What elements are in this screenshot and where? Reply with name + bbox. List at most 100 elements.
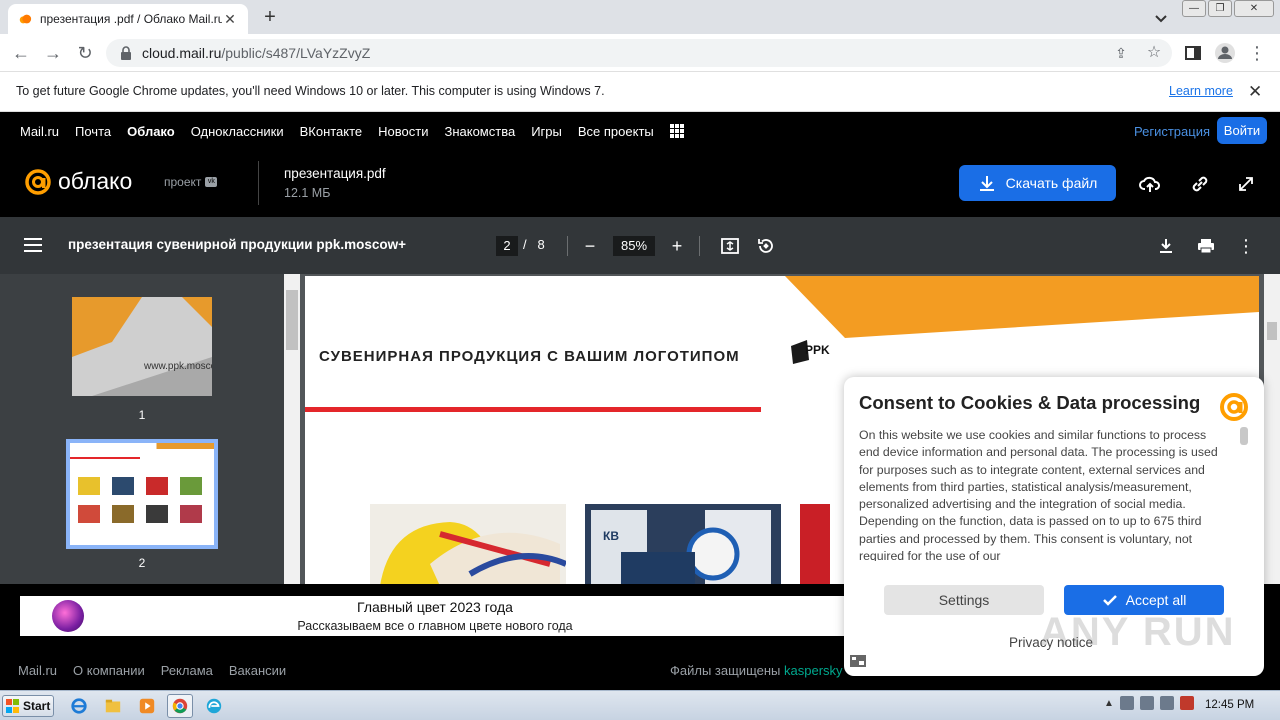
footer-links: Mail.ru О компании Реклама Вакансии (18, 663, 286, 678)
bookmark-star-icon[interactable]: ☆ (1143, 42, 1165, 64)
consent-settings-button[interactable]: Settings (884, 585, 1044, 615)
ppk-logo-icon: PPK (791, 340, 830, 364)
link-icon[interactable] (1189, 173, 1211, 195)
media-player-taskbar-icon[interactable] (134, 694, 160, 718)
pdf-document-title: презентация сувенирной продукции ppk.mos… (68, 237, 407, 252)
login-button[interactable]: Войти (1217, 117, 1267, 144)
footer-link-about[interactable]: О компании (73, 663, 145, 678)
page-thumbnail-2[interactable] (66, 439, 218, 549)
taskbar-clock[interactable]: 12:45 PM (1205, 699, 1254, 711)
footer-protection: Файлы защищены kaspersky (670, 663, 843, 678)
profile-avatar-icon[interactable] (1214, 42, 1236, 64)
zoom-level-input[interactable]: 85% (613, 236, 655, 256)
more-options-icon[interactable]: ⋮ (1236, 236, 1256, 256)
page-thumbnail-1[interactable]: www.ppk.moscow (72, 297, 212, 396)
register-link[interactable]: Регистрация (1134, 124, 1210, 139)
thumbnail-scroll-thumb[interactable] (286, 290, 298, 350)
infobar-message: To get future Google Chrome updates, you… (16, 84, 605, 98)
ad-subtitle: Рассказываем все о главном цвете нового … (297, 619, 573, 633)
checkmark-icon (1102, 595, 1117, 606)
forward-arrow-icon[interactable]: → (42, 42, 64, 64)
cloud-header: облако проект vk презентация.pdf 12.1 МБ… (0, 150, 1280, 217)
window-close-button[interactable]: ✕ (1234, 0, 1274, 17)
pdf-download-icon[interactable] (1156, 236, 1176, 256)
tray-flag-icon[interactable] (1119, 696, 1134, 710)
apps-grid-icon[interactable] (669, 124, 684, 138)
fit-page-icon[interactable] (720, 236, 740, 256)
file-size: 12.1 МБ (284, 186, 331, 200)
reload-icon[interactable]: ↻ (74, 42, 96, 64)
vk-icon: vk (205, 177, 218, 187)
infobar-close-icon[interactable]: ✕ (1248, 82, 1262, 102)
minimize-button[interactable]: — (1182, 0, 1206, 17)
page-scrollbar[interactable] (1264, 274, 1280, 584)
chrome-menu-icon[interactable]: ⋮ (1246, 42, 1268, 64)
restore-button[interactable]: ❐ (1208, 0, 1232, 17)
download-file-button[interactable]: Скачать файл (959, 165, 1116, 201)
browser-tab[interactable]: презентация .pdf / Облако Mail.ru ✕ (8, 4, 248, 34)
page-heading: СУВЕНИРНАЯ ПРОДУКЦИЯ С ВАШИМ ЛОГОТИПОМ (319, 348, 740, 365)
nav-link-ok[interactable]: Одноклассники (191, 124, 284, 139)
toolbar-divider (567, 236, 568, 256)
new-tab-button[interactable]: + (258, 6, 282, 30)
tab-close-icon[interactable]: ✕ (222, 11, 238, 27)
print-icon[interactable] (1196, 236, 1216, 256)
tray-network-icon[interactable] (1139, 696, 1154, 710)
nav-link-oblako[interactable]: Облако (127, 124, 175, 139)
anyrun-watermark: ANY RUN (1040, 610, 1236, 654)
oblako-logo-text: облако (58, 168, 133, 194)
mail-at-logo-icon (1220, 393, 1248, 421)
footer-link-mailru[interactable]: Mail.ru (18, 663, 57, 678)
product-photo-bags: КВ (585, 504, 781, 584)
header-divider (258, 161, 259, 205)
back-arrow-icon[interactable]: ← (10, 42, 32, 64)
sidepanel-icon[interactable] (1182, 42, 1204, 64)
zoom-in-icon[interactable]: + (667, 236, 687, 256)
pdf-viewer-toolbar: презентация сувенирной продукции ppk.mos… (0, 217, 1280, 274)
ad-banner[interactable]: Главный цвет 2023 года Рассказываем все … (20, 596, 850, 636)
ie-taskbar-icon[interactable] (66, 694, 92, 718)
edge-taskbar-icon[interactable] (201, 694, 227, 718)
lock-icon (121, 46, 131, 60)
fullscreen-icon[interactable] (1235, 173, 1257, 195)
page-scroll-thumb[interactable] (1267, 322, 1277, 340)
nav-link-pochta[interactable]: Почта (75, 124, 111, 139)
product-photo-red (800, 504, 830, 584)
nav-link-all-projects[interactable]: Все проекты (578, 124, 654, 139)
file-name: презентация.pdf (284, 166, 386, 181)
consent-badge-icon (850, 655, 866, 667)
thumbnail-label-2: 2 (138, 556, 146, 570)
oblako-logo-icon[interactable] (24, 168, 52, 196)
page-number-input[interactable]: 2 (496, 236, 518, 256)
thumbnail-1-art: www.ppk.moscow (72, 297, 212, 396)
upload-cloud-icon[interactable] (1139, 173, 1161, 195)
system-tray: ▲ (1104, 696, 1194, 710)
explorer-taskbar-icon[interactable] (100, 694, 126, 718)
thumbnail-scrollbar[interactable] (284, 274, 300, 584)
nav-link-vk[interactable]: ВКонтакте (300, 124, 363, 139)
rotate-icon[interactable] (756, 236, 776, 256)
zoom-out-icon[interactable]: − (580, 236, 600, 256)
footer-link-jobs[interactable]: Вакансии (229, 663, 286, 678)
page-orange-shape (785, 276, 1259, 338)
tray-volume-icon[interactable] (1159, 696, 1174, 710)
tray-up-arrow-icon[interactable]: ▲ (1104, 698, 1114, 709)
nav-link-news[interactable]: Новости (378, 124, 428, 139)
page-red-divider (305, 407, 761, 412)
tray-alert-icon[interactable] (1179, 696, 1194, 710)
nav-link-mailru[interactable]: Mail.ru (20, 124, 59, 139)
learn-more-link[interactable]: Learn more (1169, 84, 1233, 98)
address-bar[interactable]: cloud.mail.ru/public/s487/LVaYzZvyZ (106, 39, 1172, 67)
nav-link-dating[interactable]: Знакомства (444, 124, 515, 139)
browser-toolbar: ← → ↻ cloud.mail.ru/public/s487/LVaYzZvy… (0, 34, 1280, 72)
browser-tabstrip: презентация .pdf / Облако Mail.ru ✕ + — … (0, 0, 1280, 34)
thumbnail-2-art (70, 443, 214, 545)
tab-search-icon[interactable] (1150, 8, 1172, 28)
chrome-taskbar-icon[interactable] (167, 694, 193, 718)
start-button[interactable]: Start (2, 695, 54, 717)
hamburger-menu-icon[interactable] (24, 236, 44, 254)
footer-link-ads[interactable]: Реклама (161, 663, 213, 678)
nav-link-games[interactable]: Игры (531, 124, 562, 139)
share-icon[interactable]: ⇪ (1110, 42, 1132, 64)
consent-scrollbar[interactable] (1240, 427, 1248, 445)
